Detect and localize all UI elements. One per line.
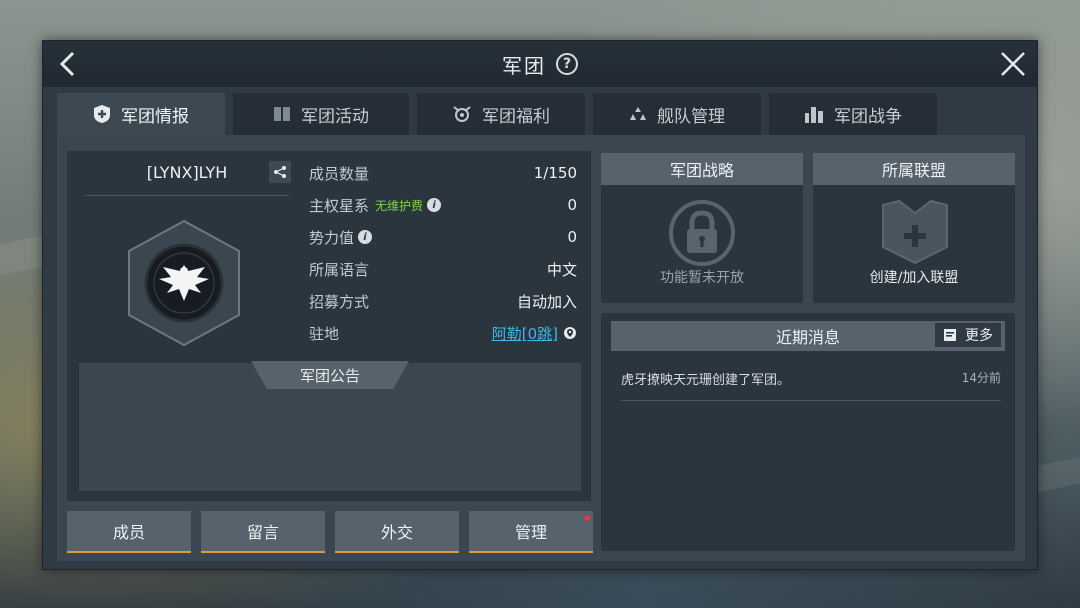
stat-value: 0: [567, 228, 577, 246]
guild-stats: 成员数量 1/150 主权星系 无维护费 i 0 势力值 i 0 所属语言 中文…: [309, 157, 577, 349]
back-arrow-icon[interactable]: [55, 50, 81, 78]
stat-sovereign-systems: 主权星系 无维护费 i 0: [309, 189, 577, 221]
tab-guild-intel[interactable]: 军团情报: [57, 93, 225, 135]
stat-value: 0: [567, 196, 577, 214]
alliance-card[interactable]: 所属联盟 创建/加入联盟: [813, 153, 1015, 303]
guild-notice-box: 军团公告: [79, 361, 581, 491]
help-icon[interactable]: ?: [556, 53, 578, 75]
manage-button-label: 管理: [514, 523, 547, 542]
tab-guild-war[interactable]: 军团战争: [769, 93, 937, 135]
stat-label: 成员数量: [309, 164, 370, 183]
card-text: 功能暂未开放: [660, 270, 744, 286]
stat-value: 自动加入: [516, 292, 577, 311]
manage-button[interactable]: 管理: [469, 511, 593, 553]
recent-news-panel: 近期消息 更多 虎牙撩映天元珊创建了军团。 14分前: [601, 313, 1015, 551]
stat-label-group: 主权星系 无维护费 i: [309, 195, 442, 216]
shield-plus-icon: [93, 104, 111, 124]
stat-recruitment: 招募方式 自动加入: [309, 285, 577, 317]
stat-language: 所属语言 中文: [309, 253, 577, 285]
stat-value: 1/150: [533, 164, 577, 182]
stat-value-group: 阿勒[0跳]: [492, 323, 577, 344]
page-title: 军团: [502, 53, 546, 78]
document-icon: [944, 329, 956, 341]
guild-info-box: [LYNX]LYH 成员数量 1/150 主权星系 无维护费 i 0 势力值 i…: [67, 151, 591, 501]
title-bar: 军团 ?: [43, 41, 1037, 87]
tab-label: 军团福利: [482, 106, 550, 127]
card-title: 所属联盟: [813, 153, 1015, 185]
news-time: 14分前: [961, 371, 1001, 385]
guild-strategy-card[interactable]: 军团战略 功能暂未开放: [601, 153, 803, 303]
divider: [85, 195, 289, 196]
stat-value: 中文: [546, 260, 577, 279]
stat-member-count: 成员数量 1/150: [309, 157, 577, 189]
info-icon[interactable]: i: [427, 198, 442, 212]
alliance-emblem-icon: [882, 199, 948, 265]
card-text: 创建/加入联盟: [869, 270, 959, 286]
maintenance-tag: 无维护费: [375, 198, 424, 213]
tab-label: 军团战争: [834, 106, 902, 127]
more-button[interactable]: 更多: [935, 323, 1001, 347]
stat-label-group: 势力值 i: [309, 227, 373, 248]
close-icon[interactable]: [999, 50, 1027, 78]
lock-icon: [669, 200, 735, 266]
tab-guild-activity[interactable]: 军团活动: [233, 93, 409, 135]
stat-label: 所属语言: [309, 260, 370, 279]
members-button[interactable]: 成员: [67, 511, 191, 553]
stat-label: 势力值: [309, 228, 355, 247]
tab-bar: 军团情报 军团活动 军团福利 舰队管理 军团战争: [57, 93, 937, 135]
stat-label: 招募方式: [309, 292, 370, 311]
card-title: 军团战略: [601, 153, 803, 185]
info-icon[interactable]: i: [358, 230, 373, 244]
tab-label: 舰队管理: [657, 106, 725, 127]
tab-content: [LYNX]LYH 成员数量 1/150 主权星系 无维护费 i 0 势力值 i…: [57, 135, 1025, 561]
tab-label: 军团活动: [301, 106, 369, 127]
city-icon: [804, 105, 824, 123]
notification-dot: [584, 515, 590, 521]
news-title: 近期消息: [775, 328, 840, 347]
notice-title: 军团公告: [251, 361, 409, 389]
share-icon[interactable]: [269, 161, 291, 183]
guild-panel: 军团 ? 军团情报 军团活动 军团福利 舰队管理 军团战争 [LYNX]LYH …: [42, 40, 1038, 570]
news-item: 虎牙撩映天元珊创建了军团。 14分前: [621, 361, 1001, 401]
tab-fleet-management[interactable]: 舰队管理: [593, 93, 761, 135]
stat-station: 驻地 阿勒[0跳]: [309, 317, 577, 349]
fleet-icon: [629, 106, 647, 122]
news-header: 近期消息 更多: [611, 321, 1005, 351]
stat-influence: 势力值 i 0: [309, 221, 577, 253]
stat-label: 主权星系: [309, 196, 370, 215]
bottom-buttons: 成员 留言 外交 管理: [67, 511, 593, 553]
guild-emblem: [128, 219, 240, 347]
diplomacy-button[interactable]: 外交: [335, 511, 459, 553]
stat-label: 驻地: [309, 324, 340, 343]
news-text: 虎牙撩映天元珊创建了军团。: [621, 373, 791, 388]
tab-guild-welfare[interactable]: 军团福利: [417, 93, 585, 135]
more-label: 更多: [965, 328, 993, 344]
book-icon: [273, 106, 291, 122]
tab-label: 军团情报: [121, 106, 189, 127]
messages-button[interactable]: 留言: [201, 511, 325, 553]
station-link[interactable]: 阿勒[0跳]: [492, 323, 558, 344]
guild-name: [LYNX]LYH: [146, 163, 228, 182]
gift-icon: [452, 105, 472, 123]
location-pin-icon[interactable]: [563, 326, 577, 340]
